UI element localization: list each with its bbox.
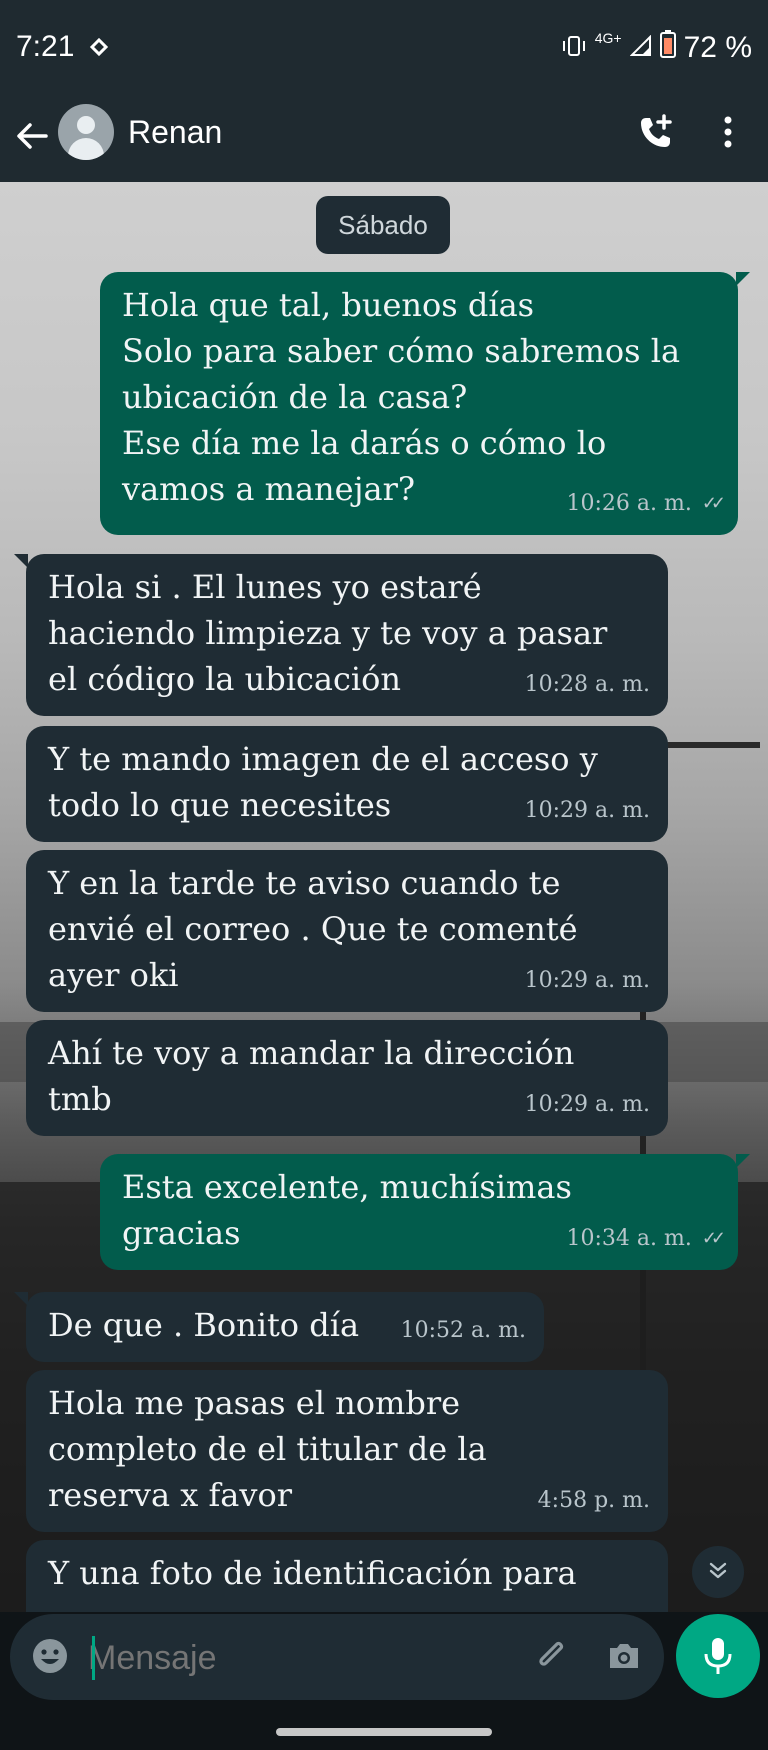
battery-percent: 72 % [683,31,752,64]
add-call-icon[interactable] [636,112,676,152]
message-meta: 10:52 a. m. [401,1308,526,1354]
vibrate-icon [561,31,587,65]
status-bar: 7:21 4G+ 72 % [0,0,768,96]
message-time: 10:29 a. m. [524,1092,650,1117]
contact-name[interactable]: Renan [128,114,222,151]
attach-icon[interactable] [532,1636,572,1676]
message-incoming[interactable]: Y en la tarde te aviso cuando te envié e… [26,850,668,1012]
status-icons: 4G+ 72 % [561,30,752,66]
mic-button[interactable] [676,1614,760,1698]
camera-icon[interactable] [604,1636,644,1676]
message-meta: 10:29 a. m. [525,958,650,1004]
scroll-down-icon [706,1558,730,1586]
more-vert-icon[interactable] [716,112,740,152]
home-gesture-handle[interactable] [276,1728,492,1736]
message-incoming[interactable]: Y una foto de identificación para [26,1540,668,1612]
message-time: 10:52 a. m. [400,1318,526,1343]
message-outgoing[interactable]: Hola que tal, buenos días Solo para sabe… [100,272,750,535]
message-incoming[interactable]: De que . Bonito día 10:52 a. m. [14,1292,544,1362]
message-incoming[interactable]: Ahí te voy a mandar la dirección tmb 10:… [26,1020,668,1136]
message-incoming[interactable]: Y te mando imagen de el acceso y todo lo… [26,726,668,842]
message-meta: 10:34 a. m. ✓✓ [566,1216,726,1262]
network-label: 4G+ [594,30,622,46]
chat-header: Renan [0,96,768,182]
message-time: 10:34 a. m. [566,1226,692,1251]
message-outgoing[interactable]: Esta excelente, muchísimas gracias 10:34… [100,1154,750,1270]
back-arrow-icon[interactable] [12,116,52,156]
message-input[interactable] [86,1614,520,1702]
battery-icon [659,30,676,66]
message-time: 10:26 a. m. [566,491,692,516]
text-caret [92,1636,95,1680]
message-meta: 4:58 p. m. [538,1478,650,1524]
message-meta: 10:28 a. m. [525,662,650,708]
message-time: 10:28 a. m. [524,672,650,697]
emoji-icon[interactable] [30,1636,70,1676]
message-meta: 10:29 a. m. [525,1082,650,1128]
message-time: 4:58 p. m. [537,1488,650,1513]
status-time: 7:21 [16,30,75,63]
message-text: Y una foto de identificación para [48,1554,577,1592]
message-meta: 10:29 a. m. [525,788,650,834]
message-composer [10,1614,664,1702]
signal-icon [629,31,652,65]
scroll-down-button[interactable] [692,1546,744,1598]
message-meta: 10:26 a. m. ✓✓ [566,481,726,527]
message-text: Hola que tal, buenos días Solo para sabe… [122,286,681,508]
date-chip: Sábado [316,196,450,254]
avatar-icon[interactable] [58,104,114,160]
double-check-icon: ✓✓ [701,1228,726,1249]
heart-notification-icon [88,36,110,62]
message-incoming[interactable]: Hola me pasas el nombre completo de el t… [26,1370,668,1532]
message-time: 10:29 a. m. [524,798,650,823]
system-nav-bar [0,1700,768,1750]
message-list[interactable]: Sábado Hola que tal, buenos días Solo pa… [0,182,768,1612]
message-time: 10:29 a. m. [524,968,650,993]
message-incoming[interactable]: Hola si . El lunes yo estaré haciendo li… [14,554,668,716]
double-check-icon: ✓✓ [701,493,726,514]
